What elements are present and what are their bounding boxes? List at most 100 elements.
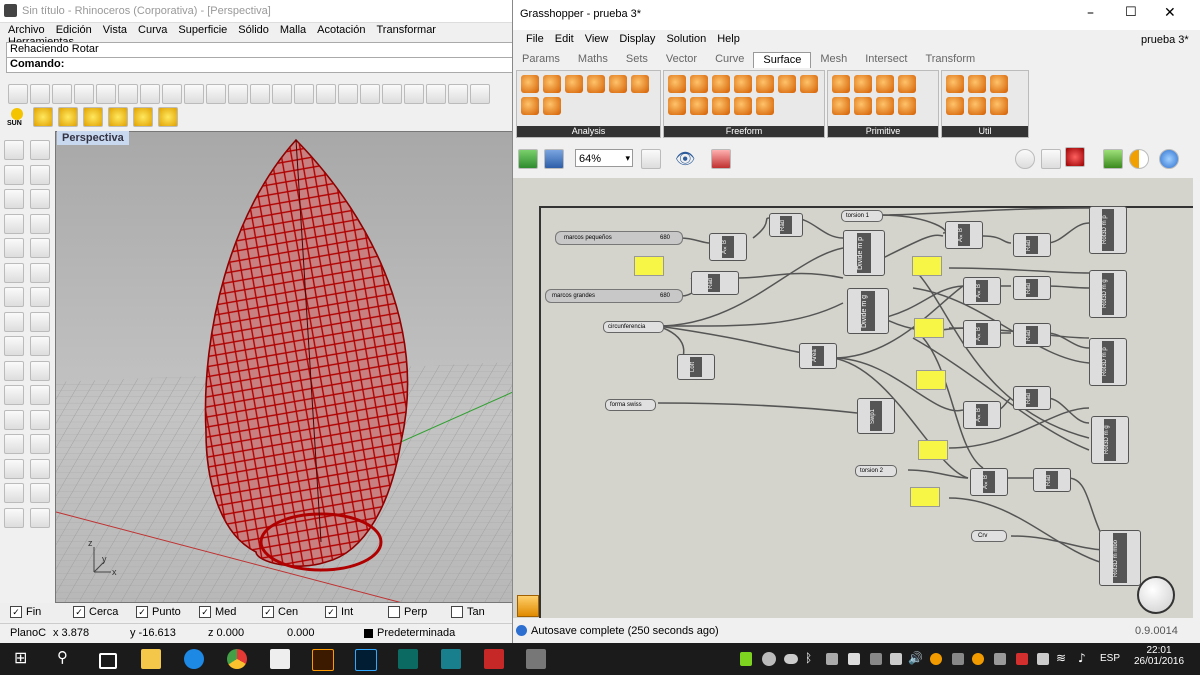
- component-axb-2[interactable]: A×B: [945, 221, 983, 249]
- component-rad-3[interactable]: Rad: [1013, 233, 1051, 257]
- component-loft[interactable]: Loft: [677, 354, 715, 380]
- osnap-med[interactable]: ✓ Med: [189, 603, 252, 621]
- component-rad-2[interactable]: Rad: [691, 271, 739, 295]
- box-icon[interactable]: [4, 311, 24, 332]
- zoom-extents-gh-icon[interactable]: [641, 149, 661, 169]
- component-divide-mp[interactable]: Divide m p: [843, 230, 885, 276]
- clock[interactable]: 22:01 26/01/2016: [1132, 645, 1186, 667]
- boolean-icon[interactable]: [4, 360, 24, 381]
- edge-surface-icon[interactable]: [734, 97, 752, 115]
- panel-yellow-5[interactable]: [918, 440, 948, 460]
- dimension-icon[interactable]: [30, 458, 50, 479]
- component-axb-1[interactable]: A×B: [709, 233, 747, 261]
- select-arrow-icon[interactable]: [4, 140, 24, 160]
- preview-shaded-icon[interactable]: [1041, 149, 1061, 169]
- osnap-int-checkbox[interactable]: ✓: [325, 606, 337, 618]
- linear-light-icon[interactable]: [133, 107, 153, 127]
- polyline-icon[interactable]: [4, 164, 24, 185]
- tray-icon-9[interactable]: [972, 653, 984, 665]
- cplane-label[interactable]: PlanoC: [10, 627, 46, 639]
- tab-transform[interactable]: Transform: [916, 52, 984, 68]
- component-axb-3[interactable]: A×B: [963, 277, 1001, 305]
- volume-moments-icon[interactable]: [521, 97, 539, 115]
- component-rad-4[interactable]: Rad: [1013, 276, 1051, 300]
- area-icon[interactable]: [543, 75, 561, 93]
- primitive-box-icon[interactable]: [832, 75, 850, 93]
- menu-acotacion[interactable]: Acotación: [317, 24, 365, 36]
- patch-surface-icon[interactable]: [4, 287, 24, 307]
- autocad-icon[interactable]: [484, 649, 504, 669]
- four-viewports-icon[interactable]: [338, 84, 358, 104]
- ellipse-icon[interactable]: [4, 213, 24, 234]
- primitive-rect-icon[interactable]: [854, 97, 872, 115]
- scale-icon[interactable]: [30, 385, 50, 405]
- trim-icon[interactable]: [30, 409, 50, 430]
- tray-icon-8[interactable]: [952, 653, 964, 665]
- gh-menu-solution[interactable]: Solution: [666, 33, 706, 45]
- layers-icon[interactable]: [448, 84, 468, 104]
- area-moments-icon[interactable]: [631, 75, 649, 93]
- volume-icon[interactable]: [565, 75, 583, 93]
- component-rad-5[interactable]: Rad: [1013, 323, 1051, 347]
- rectangular-light-icon[interactable]: [108, 107, 128, 127]
- mirror-icon[interactable]: [30, 483, 50, 503]
- file-explorer-icon[interactable]: [141, 649, 161, 669]
- extrude-tool-icon[interactable]: [668, 75, 686, 93]
- photoshop-icon[interactable]: [355, 649, 377, 671]
- paste-icon[interactable]: [96, 84, 116, 104]
- rotate-view-icon[interactable]: [360, 84, 380, 104]
- app-icon-1[interactable]: [398, 649, 418, 669]
- globe-icon[interactable]: [1159, 149, 1179, 169]
- tab-vector[interactable]: Vector: [657, 52, 706, 68]
- illustrator-icon[interactable]: [312, 649, 334, 671]
- app-icon-2[interactable]: [441, 649, 461, 669]
- grid-snap-icon[interactable]: [404, 84, 424, 104]
- copy-icon[interactable]: [140, 84, 160, 104]
- primitive-box2-icon[interactable]: [832, 97, 850, 115]
- curve-icon[interactable]: [30, 164, 50, 185]
- chrome-icon[interactable]: [227, 649, 247, 669]
- util-divide-icon[interactable]: [946, 75, 964, 93]
- component-rot3d-mp-2[interactable]: Rot3D m p: [1089, 338, 1127, 386]
- component-axb-4[interactable]: A×B: [963, 320, 1001, 348]
- print-icon[interactable]: [74, 84, 94, 104]
- panel-yellow-3[interactable]: [914, 318, 944, 338]
- options-icon[interactable]: [426, 84, 446, 104]
- current-layer[interactable]: Predeterminada: [377, 627, 455, 639]
- pan-hand-icon[interactable]: [206, 84, 226, 104]
- menu-transformar[interactable]: Transformar: [376, 24, 436, 36]
- analyze-icon[interactable]: [30, 507, 50, 528]
- join-icon[interactable]: [30, 434, 50, 454]
- polygon-icon[interactable]: [4, 238, 24, 258]
- tray-icon-7[interactable]: [930, 653, 942, 665]
- gh-menu-view[interactable]: View: [585, 33, 609, 45]
- open-document-icon[interactable]: [518, 149, 538, 169]
- point-icon[interactable]: [30, 140, 50, 160]
- pipe-tool-icon[interactable]: [778, 75, 796, 93]
- surface-from-points-icon[interactable]: [690, 97, 708, 115]
- tab-surface[interactable]: Surface: [753, 52, 812, 68]
- sweep-tool-icon[interactable]: [712, 75, 730, 93]
- explode-icon[interactable]: [4, 434, 24, 454]
- zoom-window-icon[interactable]: [272, 84, 292, 104]
- close-icon[interactable]: ✕: [1164, 5, 1176, 21]
- util-explode-icon[interactable]: [968, 75, 986, 93]
- param-crv[interactable]: Crv: [971, 530, 1007, 542]
- gh-menu-display[interactable]: Display: [619, 33, 655, 45]
- osnap-int[interactable]: ✓ Int: [315, 603, 378, 621]
- component-rad-6[interactable]: Rad: [1013, 386, 1051, 410]
- component-rad-1[interactable]: Rad: [769, 213, 803, 237]
- param-forma-swiss[interactable]: forma swiss: [605, 399, 656, 411]
- loft-tool-icon[interactable]: [690, 75, 708, 93]
- gh-menu-file[interactable]: File: [526, 33, 544, 45]
- task-view-icon[interactable]: [99, 653, 117, 669]
- gh-canvas[interactable]: marcos pequeños 680 marcos grandes 680 cir…: [513, 178, 1193, 618]
- component-axb-5[interactable]: A×B: [963, 401, 1001, 429]
- box-properties-icon[interactable]: [609, 75, 627, 93]
- param-torsion-2[interactable]: torsion 2: [855, 465, 897, 477]
- sun-icon[interactable]: SUN: [6, 107, 28, 129]
- analysis-tool-icon[interactable]: [521, 75, 539, 93]
- component-rot3d-mg-1[interactable]: Rot3D m g: [1089, 270, 1127, 318]
- text-icon[interactable]: [4, 458, 24, 479]
- tab-params[interactable]: Params: [513, 52, 569, 68]
